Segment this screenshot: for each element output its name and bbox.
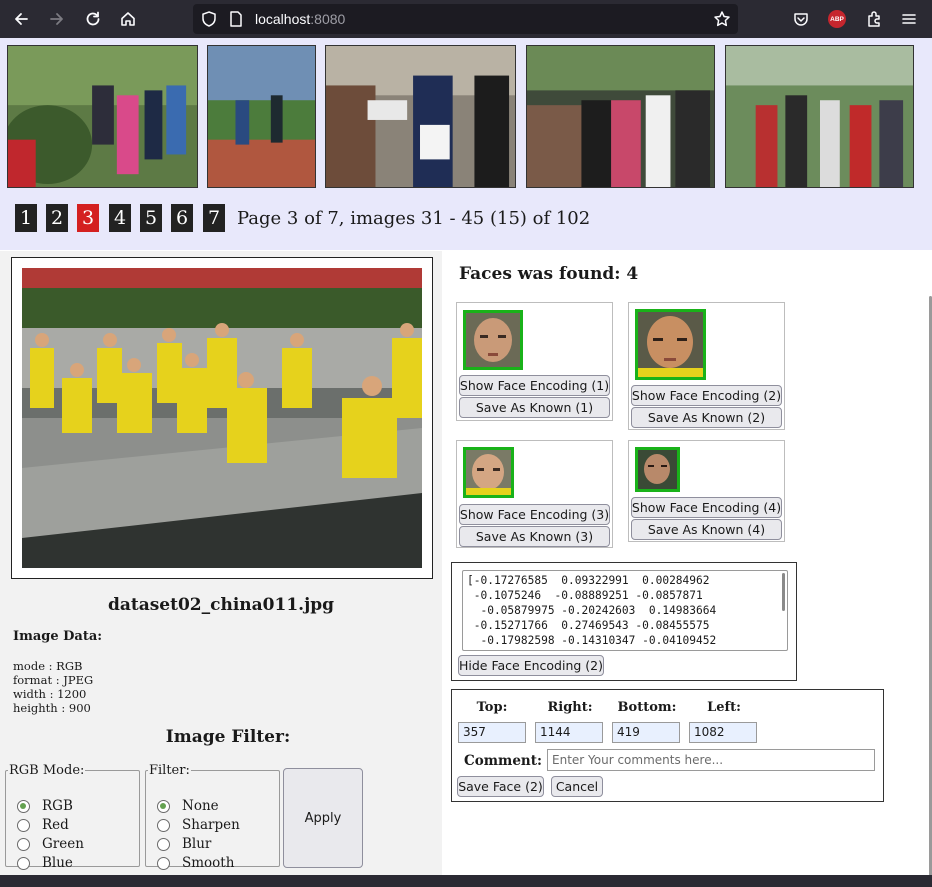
- show-face-encoding-button-1[interactable]: Show Face Encoding (1): [459, 375, 610, 396]
- image-width: width : 1200: [13, 687, 87, 701]
- filter-legend: Filter:: [149, 763, 190, 778]
- face-card-3: Show Face Encoding (3) Save As Known (3): [456, 440, 613, 548]
- image-format: format : JPEG: [13, 673, 94, 687]
- filter-option-smooth[interactable]: Smooth: [157, 855, 234, 871]
- bottom-label: Bottom:: [617, 700, 677, 715]
- rgb-mode-group: RGB Mode: RGB Red Green Blue: [5, 763, 140, 871]
- url-bar[interactable]: localhost:8080: [193, 4, 738, 34]
- home-icon[interactable]: [115, 7, 141, 31]
- page-link-1[interactable]: 1: [15, 204, 37, 232]
- image-data-title: Image Data:: [13, 629, 103, 644]
- page-info: Page 3 of 7, images 31 - 45 (15) of 102: [237, 208, 591, 229]
- top-input[interactable]: 357: [458, 722, 526, 743]
- gallery-thumbnail[interactable]: [725, 45, 914, 188]
- face-thumbnail-1[interactable]: [463, 310, 523, 370]
- rgb-option-green[interactable]: Green: [17, 836, 84, 852]
- top-label: Top:: [476, 700, 508, 715]
- gallery-thumbnail[interactable]: [207, 45, 316, 188]
- face-encoding-panel: [-0.17276585 0.09322991 0.00284962 -0.10…: [451, 562, 797, 681]
- forward-icon[interactable]: [44, 7, 70, 31]
- face-card-4: Show Face Encoding (4) Save As Known (4): [628, 440, 785, 542]
- save-as-known-button-2[interactable]: Save As Known (2): [631, 407, 782, 428]
- apply-button[interactable]: Apply: [283, 768, 363, 868]
- radio-selected[interactable]: [17, 799, 30, 813]
- bottom-input[interactable]: 419: [612, 722, 680, 743]
- face-thumbnail-4[interactable]: [635, 447, 680, 492]
- filter-option-none[interactable]: None: [157, 798, 219, 814]
- bookmark-star-icon[interactable]: [709, 7, 735, 31]
- filter-option-sharpen[interactable]: Sharpen: [157, 817, 240, 833]
- back-icon[interactable]: [8, 7, 34, 31]
- image-file-name: dataset02_china011.jpg: [107, 595, 335, 615]
- extensions-icon[interactable]: [861, 7, 887, 31]
- gallery-strip: 1 2 3 4 5 6 7 Page 3 of 7, images 31 - 4…: [0, 38, 932, 250]
- comment-input[interactable]: Enter Your comments here...: [547, 749, 875, 771]
- filter-group: Filter: None Sharpen Blur Smooth: [145, 763, 280, 871]
- rgb-mode-legend: RGB Mode:: [9, 763, 85, 778]
- shield-icon[interactable]: [196, 7, 222, 31]
- browser-toolbar: localhost:8080 ABP: [0, 0, 932, 38]
- pocket-icon[interactable]: [788, 7, 814, 31]
- page-info-icon[interactable]: [223, 7, 249, 31]
- rgb-option-rgb[interactable]: RGB: [17, 798, 73, 814]
- faces-found-title: Faces was found: 4: [459, 264, 639, 284]
- face-thumbnail-3[interactable]: [463, 447, 514, 498]
- image-panel: dataset02_china011.jpg Image Data: mode …: [0, 251, 442, 875]
- radio-selected[interactable]: [157, 799, 170, 813]
- reload-icon[interactable]: [80, 7, 106, 31]
- radio[interactable]: [17, 837, 30, 851]
- page-link-4[interactable]: 4: [109, 204, 131, 232]
- gallery-thumbnail[interactable]: [526, 45, 715, 188]
- image-height: heighth : 900: [13, 701, 91, 715]
- show-face-encoding-button-3[interactable]: Show Face Encoding (3): [459, 504, 610, 525]
- rgb-option-red[interactable]: Red: [17, 817, 69, 833]
- radio[interactable]: [157, 856, 170, 870]
- save-face-button[interactable]: Save Face (2): [457, 776, 544, 797]
- image-filter-title: Image Filter:: [165, 727, 291, 747]
- page-link-6[interactable]: 6: [171, 204, 193, 232]
- right-input[interactable]: 1144: [535, 722, 603, 743]
- cancel-button[interactable]: Cancel: [551, 776, 603, 797]
- radio[interactable]: [157, 818, 170, 832]
- show-face-encoding-button-2[interactable]: Show Face Encoding (2): [631, 385, 782, 406]
- radio[interactable]: [157, 837, 170, 851]
- encoding-scrollbar[interactable]: [782, 573, 785, 611]
- main-image-frame: [11, 257, 433, 579]
- face-thumbnail-2[interactable]: [635, 309, 706, 380]
- face-encoding-textarea[interactable]: [-0.17276585 0.09322991 0.00284962 -0.10…: [462, 570, 788, 651]
- radio[interactable]: [17, 818, 30, 832]
- save-as-known-button-3[interactable]: Save As Known (3): [459, 526, 610, 547]
- save-as-known-button-1[interactable]: Save As Known (1): [459, 397, 610, 418]
- hide-face-encoding-button[interactable]: Hide Face Encoding (2): [458, 655, 604, 676]
- page-link-5[interactable]: 5: [140, 204, 162, 232]
- show-face-encoding-button-4[interactable]: Show Face Encoding (4): [631, 497, 782, 518]
- left-label: Left:: [707, 700, 741, 715]
- adblock-icon[interactable]: ABP: [828, 10, 846, 28]
- page-link-3-current[interactable]: 3: [77, 204, 99, 232]
- gallery-thumbnail[interactable]: [325, 45, 516, 188]
- face-card-2: Show Face Encoding (2) Save As Known (2): [628, 302, 785, 430]
- gallery-thumbnail[interactable]: [7, 45, 198, 188]
- page-link-7[interactable]: 7: [203, 204, 225, 232]
- page-link-2[interactable]: 2: [46, 204, 68, 232]
- main-image[interactable]: [22, 268, 422, 568]
- face-edit-panel: Top: Right: Bottom: Left: 357 1144 419 1…: [451, 689, 884, 802]
- bottom-bar: [0, 875, 932, 887]
- comment-label: Comment:: [464, 753, 542, 769]
- save-as-known-button-4[interactable]: Save As Known (4): [631, 519, 782, 540]
- radio[interactable]: [17, 856, 30, 870]
- right-label: Right:: [547, 700, 593, 715]
- filter-option-blur[interactable]: Blur: [157, 836, 211, 852]
- menu-icon[interactable]: [896, 7, 922, 31]
- face-card-1: Show Face Encoding (1) Save As Known (1): [456, 302, 613, 421]
- url-text: localhost:8080: [255, 11, 346, 27]
- image-mode: mode : RGB: [13, 659, 83, 673]
- rgb-option-blue[interactable]: Blue: [17, 855, 73, 871]
- left-input[interactable]: 1082: [689, 722, 757, 743]
